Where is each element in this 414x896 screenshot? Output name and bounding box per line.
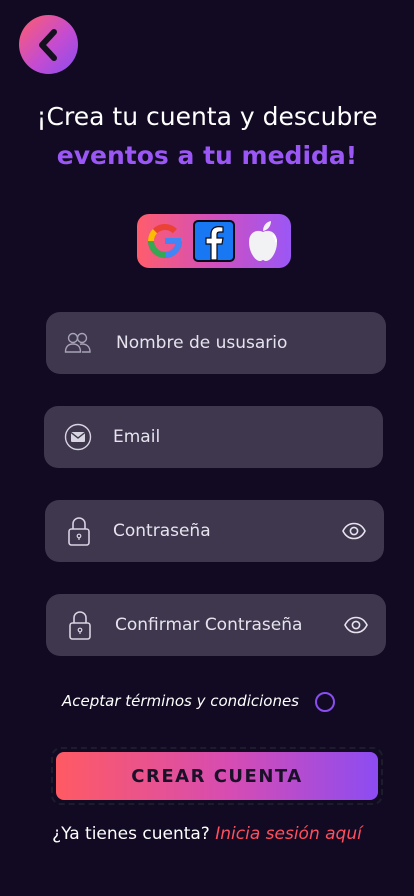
google-icon bbox=[148, 224, 183, 258]
facebook-icon bbox=[192, 220, 235, 262]
facebook-button[interactable] bbox=[192, 219, 236, 263]
username-field[interactable]: Nombre de ususario bbox=[46, 312, 386, 374]
terms-label: Aceptar términos y condiciones bbox=[62, 692, 299, 710]
chevron-left-icon bbox=[38, 28, 57, 61]
title-line-1: ¡Crea tu cuenta y descubre bbox=[36, 102, 378, 131]
username-label: Nombre de ususario bbox=[116, 333, 288, 353]
password-label: Contraseña bbox=[113, 521, 211, 541]
login-prompt: ¿Ya tienes cuenta? bbox=[52, 824, 210, 844]
apple-button[interactable] bbox=[241, 219, 285, 263]
page-title: ¡Crea tu cuenta y descubre eventos a tu … bbox=[0, 100, 414, 178]
social-login-strip bbox=[137, 214, 291, 268]
lock-icon bbox=[65, 517, 93, 546]
create-account-button[interactable]: CREAR CUENTA bbox=[56, 752, 378, 800]
apple-icon bbox=[248, 221, 277, 261]
password-field[interactable]: Contraseña bbox=[45, 500, 384, 562]
google-button[interactable] bbox=[143, 219, 187, 263]
eye-icon[interactable] bbox=[342, 521, 366, 541]
login-link[interactable]: Inicia sesión aquí bbox=[215, 824, 362, 844]
create-account-frame: CREAR CUENTA bbox=[51, 747, 383, 805]
email-label: Email bbox=[113, 427, 161, 447]
users-icon bbox=[64, 329, 92, 357]
back-button[interactable] bbox=[19, 15, 78, 74]
login-prompt-row: ¿Ya tienes cuenta? Inicia sesión aquí bbox=[0, 824, 414, 844]
mail-icon bbox=[64, 423, 92, 451]
terms-radio[interactable] bbox=[315, 692, 335, 712]
lock-icon bbox=[66, 611, 94, 640]
eye-icon[interactable] bbox=[344, 615, 368, 635]
title-line-2: eventos a tu medida! bbox=[56, 141, 358, 170]
confirm-password-field[interactable]: Confirmar Contraseña bbox=[46, 594, 386, 656]
confirm-password-label: Confirmar Contraseña bbox=[115, 615, 303, 635]
email-field[interactable]: Email bbox=[44, 406, 383, 468]
